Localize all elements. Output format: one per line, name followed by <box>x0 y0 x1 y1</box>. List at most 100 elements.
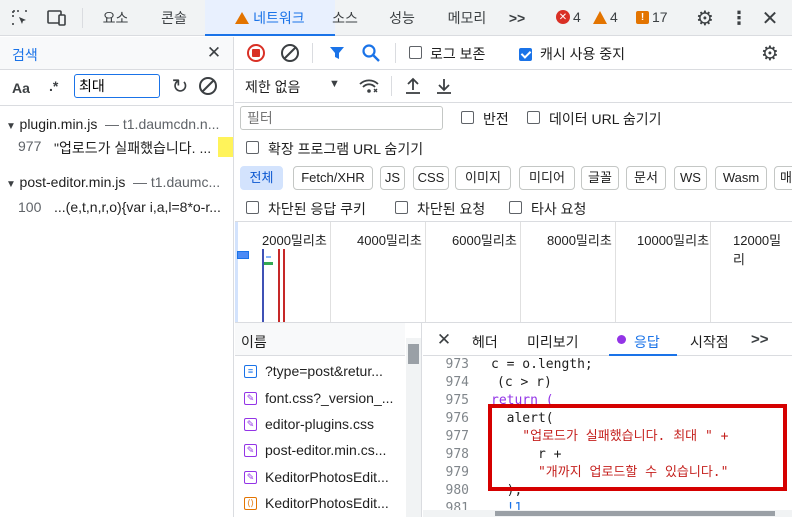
scrollbar-thumb[interactable] <box>495 511 775 516</box>
type-filter-doc[interactable]: 문서 <box>626 166 666 190</box>
type-filter-media[interactable]: 미디어 <box>519 166 575 190</box>
highlight-box <box>488 404 787 491</box>
invert-checkbox[interactable] <box>461 111 474 124</box>
scrollbar-thumb[interactable] <box>408 344 419 364</box>
tab-memory[interactable]: 메모리 <box>438 0 496 36</box>
request-list-header: 이름 <box>235 323 405 356</box>
more-options-icon[interactable]: ⋮ <box>730 8 748 28</box>
line-number: 978 <box>445 447 469 462</box>
tab-preview[interactable]: 미리보기 <box>527 332 579 352</box>
timeline-request-bar <box>237 251 249 259</box>
request-name: ?type=post&retur... <box>265 363 383 379</box>
request-row[interactable]: ✎ font.css?_version_... <box>236 385 406 411</box>
type-filter-font[interactable]: 글꼴 <box>581 166 619 190</box>
response-code-view[interactable]: 973 974 975 976 977 978 979 980 981 c = … <box>423 356 792 517</box>
blocked-cookies-checkbox[interactable] <box>246 201 259 214</box>
code-line: (c > r) <box>497 375 552 390</box>
preserve-log-label: 로그 보존 <box>430 46 486 62</box>
blocked-requests-label: 차단된 요청 <box>417 201 486 217</box>
tab-response[interactable]: 응답 <box>609 323 677 356</box>
throttle-value: 제한 없음 <box>245 79 301 95</box>
type-filter-css[interactable]: CSS <box>413 166 449 190</box>
stylesheet-icon: ✎ <box>244 391 257 405</box>
close-detail-icon[interactable]: ✕ <box>435 330 453 349</box>
request-row[interactable]: ⟨⟩ KeditorPhotosEdit... <box>236 490 406 516</box>
timeline-selection-handle[interactable] <box>235 222 238 322</box>
clear-search-icon[interactable] <box>198 76 218 96</box>
hide-data-urls-checkbox[interactable] <box>527 111 540 124</box>
blocked-requests-checkbox[interactable] <box>395 201 408 214</box>
issues-count: 17 <box>652 9 668 25</box>
search-icon[interactable] <box>360 42 382 64</box>
tab-headers[interactable]: 헤더 <box>472 332 498 352</box>
third-party-checkbox[interactable] <box>509 201 522 214</box>
more-tabs-button[interactable]: >> <box>500 0 534 36</box>
filter-icon[interactable] <box>327 43 347 63</box>
match-highlight <box>218 137 233 157</box>
line-number: 977 <box>445 429 469 444</box>
type-filter-wasm[interactable]: Wasm <box>715 166 767 190</box>
expand-arrow-icon: ▼ <box>6 121 16 132</box>
network-settings-gear-icon[interactable]: ⚙ <box>759 42 781 65</box>
request-row[interactable]: ✎ post-editor.min.cs... <box>236 437 406 463</box>
preserve-log-checkbox[interactable] <box>409 46 422 59</box>
settings-gear-icon[interactable]: ⚙ <box>694 8 716 30</box>
throttle-dropdown[interactable]: 제한 없음 ▼ <box>245 77 345 97</box>
issues-count-badge[interactable]: ! 17 <box>636 9 668 25</box>
search-result-file[interactable]: ▼ post-editor.min.js — t1.daumc... <box>0 174 233 194</box>
more-detail-tabs-button[interactable]: >> <box>751 331 769 348</box>
type-filter-ws[interactable]: WS <box>674 166 707 190</box>
code-line: c = o.length; <box>491 357 593 372</box>
error-count-badge[interactable]: ✕ 4 <box>556 9 581 25</box>
blocked-cookies-label: 차단된 응답 쿠키 <box>268 201 366 217</box>
code-horizontal-scrollbar[interactable] <box>423 510 792 517</box>
hide-extension-urls-label: 확장 프로그램 URL 숨기기 <box>268 141 424 157</box>
type-filter-manifest[interactable]: 매 <box>774 166 792 190</box>
tab-performance[interactable]: 성능 <box>378 0 426 36</box>
request-row[interactable]: ✎ editor-plugins.css <box>236 411 406 437</box>
result-file-name: post-editor.min.js <box>19 174 126 190</box>
request-row[interactable]: ✎ KeditorPhotosEdit... <box>236 464 406 490</box>
close-devtools-icon[interactable]: ✕ <box>760 8 780 30</box>
tab-initiator[interactable]: 시작점 <box>690 332 729 352</box>
refresh-search-icon[interactable]: ↻ <box>170 75 190 98</box>
result-line-number: 100 <box>18 199 42 215</box>
invert-label: 반전 <box>483 111 509 127</box>
clear-log-icon[interactable] <box>280 43 300 63</box>
regex-toggle[interactable]: .* <box>49 78 58 94</box>
tab-elements[interactable]: 요소 <box>88 0 143 36</box>
export-har-icon[interactable] <box>435 76 453 96</box>
network-conditions-icon[interactable] <box>358 76 380 96</box>
disable-cache-checkbox[interactable] <box>519 48 532 62</box>
match-case-toggle[interactable]: Aa <box>12 80 30 96</box>
result-line-text: "업로드가 실패했습니다. ... <box>54 140 212 156</box>
tab-console[interactable]: 콘솔 <box>145 0 203 36</box>
warning-count-badge[interactable]: 4 <box>593 9 618 25</box>
error-icon: ✕ <box>556 10 570 24</box>
tab-network[interactable]: 네트워크 <box>205 0 335 36</box>
device-toolbar-icon[interactable] <box>44 9 68 27</box>
search-result-file[interactable]: ▼ plugin.min.js — t1.daumcdn.n... <box>0 116 233 136</box>
dom-content-loaded-line <box>262 249 264 322</box>
record-stop-icon[interactable] <box>246 43 266 63</box>
request-list-scrollbar[interactable] <box>406 338 421 517</box>
import-har-icon[interactable] <box>404 76 422 96</box>
type-filter-js[interactable]: JS <box>380 166 405 190</box>
search-input[interactable] <box>74 74 160 98</box>
line-number: 975 <box>445 393 469 408</box>
name-column-header[interactable]: 이름 <box>241 332 267 352</box>
type-filter-all[interactable]: 전체 <box>240 166 283 190</box>
result-file-host: — t1.daumcdn.n... <box>104 116 220 132</box>
type-filter-fetch-xhr[interactable]: Fetch/XHR <box>293 166 373 190</box>
tab-sources[interactable]: 소스 <box>320 0 370 36</box>
hide-extension-urls-checkbox[interactable] <box>246 141 259 154</box>
filter-input[interactable] <box>240 106 443 130</box>
close-search-icon[interactable]: ✕ <box>205 43 223 62</box>
search-result-line[interactable]: 977 "업로드가 실패했습니다. ... <box>0 136 233 158</box>
script-icon: ⟨⟩ <box>244 496 257 510</box>
inspect-element-icon[interactable] <box>10 9 30 27</box>
search-result-line[interactable]: 100 ...(e,t,n,r,o){var i,a,l=8*o-r... <box>0 197 233 219</box>
type-filter-image[interactable]: 이미지 <box>455 166 511 190</box>
warning-count: 4 <box>610 9 618 25</box>
request-row[interactable]: ≡ ?type=post&retur... <box>236 358 406 384</box>
